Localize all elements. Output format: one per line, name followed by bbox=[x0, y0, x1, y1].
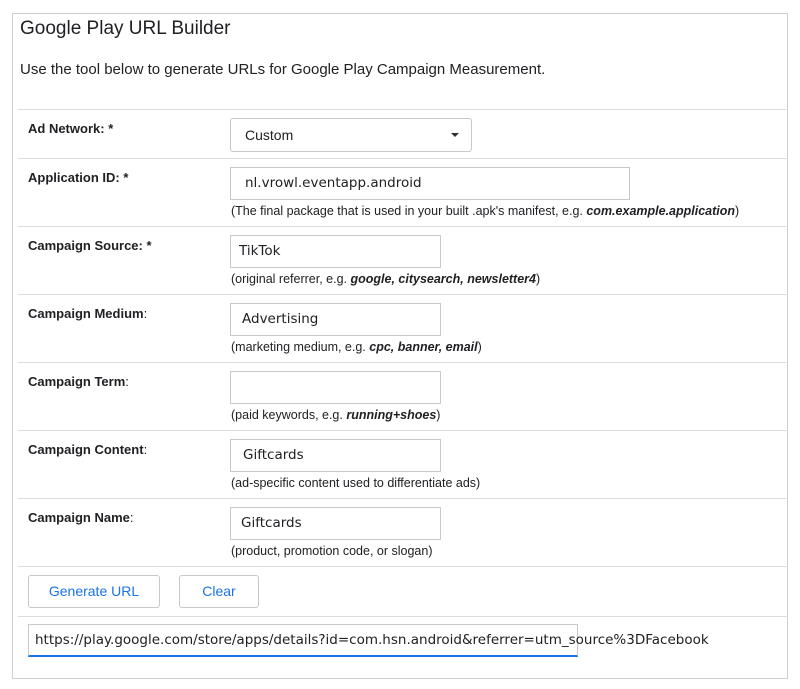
campaign-content-hint: (ad-specific content used to differentia… bbox=[231, 476, 481, 490]
page-description: Use the tool below to generate URLs for … bbox=[20, 61, 546, 78]
campaign-content-label: Campaign Content: bbox=[28, 442, 148, 457]
campaign-medium-value: Advertising bbox=[242, 311, 319, 327]
divider bbox=[18, 566, 788, 567]
campaign-medium-label: Campaign Medium: bbox=[28, 306, 148, 321]
caret-down-icon bbox=[451, 133, 459, 137]
generate-url-button[interactable]: Generate URL bbox=[28, 575, 160, 608]
application-id-input[interactable]: nl.vrowl.eventapp.android bbox=[230, 167, 630, 200]
divider bbox=[18, 498, 788, 499]
campaign-term-label: Campaign Term: bbox=[28, 374, 129, 389]
divider bbox=[18, 109, 788, 110]
campaign-content-value: Giftcards bbox=[243, 447, 304, 463]
divider bbox=[18, 294, 788, 295]
campaign-source-hint: (original referrer, e.g. google, citysea… bbox=[231, 272, 541, 286]
divider bbox=[18, 226, 788, 227]
campaign-source-label: Campaign Source: * bbox=[28, 238, 152, 253]
campaign-term-input[interactable] bbox=[230, 371, 441, 404]
page-title: Google Play URL Builder bbox=[20, 18, 231, 39]
ad-network-value: Custom bbox=[245, 127, 294, 143]
ad-network-label: Ad Network: * bbox=[28, 121, 114, 136]
generated-url-value: https://play.google.com/store/apps/detai… bbox=[35, 632, 709, 648]
campaign-name-label: Campaign Name: bbox=[28, 510, 134, 525]
divider bbox=[18, 158, 788, 159]
campaign-source-value: TikTok bbox=[239, 243, 281, 259]
application-id-label: Application ID: * bbox=[28, 170, 129, 185]
divider bbox=[18, 616, 788, 617]
ad-network-select[interactable]: Custom bbox=[230, 118, 472, 152]
campaign-medium-input[interactable]: Advertising bbox=[230, 303, 441, 336]
campaign-name-value: Giftcards bbox=[241, 515, 302, 531]
campaign-source-input[interactable]: TikTok bbox=[230, 235, 441, 268]
campaign-term-hint: (paid keywords, e.g. running+shoes) bbox=[231, 408, 441, 422]
application-id-hint: (The final package that is used in your … bbox=[231, 204, 740, 218]
campaign-content-input[interactable]: Giftcards bbox=[230, 439, 441, 472]
divider bbox=[18, 362, 788, 363]
divider bbox=[18, 430, 788, 431]
campaign-medium-hint: (marketing medium, e.g. cpc, banner, ema… bbox=[231, 340, 482, 354]
generated-url-field[interactable]: https://play.google.com/store/apps/detai… bbox=[28, 624, 709, 657]
campaign-name-hint: (product, promotion code, or slogan) bbox=[231, 544, 433, 558]
clear-button[interactable]: Clear bbox=[179, 575, 259, 608]
application-id-value: nl.vrowl.eventapp.android bbox=[245, 175, 422, 191]
campaign-name-input[interactable]: Giftcards bbox=[230, 507, 441, 540]
